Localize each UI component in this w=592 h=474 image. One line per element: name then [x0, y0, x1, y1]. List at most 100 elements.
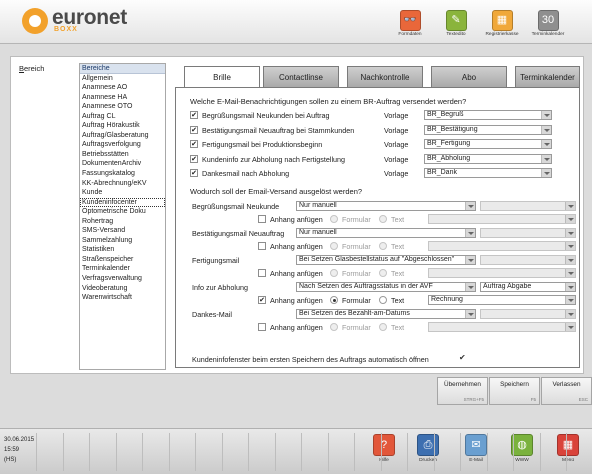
category-item[interactable]: DokumentenArchiv	[80, 159, 165, 169]
bottom-slot-divider	[62, 433, 64, 471]
tab-terminkalender[interactable]: Terminkalender	[515, 66, 580, 87]
category-item[interactable]: Verfragsverwaltung	[80, 274, 165, 284]
notification-label: Bestätigungsmail Neuauftrag bei Stammkun…	[202, 125, 355, 135]
tab-nachkontrolle[interactable]: Nachkontrolle	[347, 66, 423, 87]
anhang-checkbox[interactable]	[258, 323, 266, 331]
category-item[interactable]: Allgemein	[80, 74, 165, 84]
category-item[interactable]: SMS-Versand	[80, 226, 165, 236]
anhang-checkbox[interactable]: ✔	[258, 296, 266, 304]
category-item[interactable]: Warenwirtschaft	[80, 293, 165, 303]
category-item[interactable]: Straßenspeicher	[80, 255, 165, 265]
chevron-down-icon	[465, 256, 475, 264]
tab-abo[interactable]: Abo	[431, 66, 507, 87]
help-icon: ?	[373, 434, 395, 456]
trigger-select-value: Nach Setzen des Auftragsstatus in der AV…	[299, 283, 433, 290]
bottom-slot-divider	[380, 433, 382, 471]
notification-checkbox[interactable]: ✔	[190, 111, 198, 119]
notification-section-title: Welche E-Mail-Benachrichtigungen sollen …	[190, 97, 467, 106]
bottom-slot-divider	[407, 433, 408, 471]
auto-open-checkbox[interactable]: ✔	[459, 353, 466, 362]
action-shortcut: STRG+F5	[463, 397, 484, 402]
category-item[interactable]: Sammelzahlung	[80, 236, 165, 246]
category-item[interactable]: KK-Abrechnung/eKV	[80, 179, 165, 189]
category-item[interactable]: Auftrag CL	[80, 112, 165, 122]
bottom-hilfe[interactable]: ? Hilfe	[364, 434, 404, 472]
notification-checkbox[interactable]: ✔	[190, 140, 198, 148]
toolbar-label: Textedito	[446, 32, 466, 37]
category-item[interactable]: Anamnese OTO	[80, 102, 165, 112]
vorlage-select[interactable]: BR_Bestätigung	[424, 124, 552, 135]
text-select[interactable]: Rechnung	[428, 295, 576, 305]
globe-icon: ◍	[511, 434, 533, 456]
anhang-label: Anhang anfügen	[270, 323, 323, 332]
category-item[interactable]: Betriebsstätten	[80, 150, 165, 160]
category-item[interactable]: Kunde	[80, 188, 165, 198]
anhang-checkbox[interactable]	[258, 215, 266, 223]
trigger-row-label: Info zur Abholung	[192, 283, 248, 292]
category-item[interactable]: Terminkalender	[80, 264, 165, 274]
chevron-down-icon	[565, 269, 575, 277]
vorlage-select[interactable]: BR_Dank	[424, 168, 552, 178]
text-radio	[379, 215, 387, 223]
trigger-extra-value: Auftrag Abgabe	[483, 283, 532, 290]
notification-checkbox[interactable]: ✔	[190, 169, 198, 177]
trigger-select[interactable]: Nach Setzen des Auftragsstatus in der AV…	[296, 282, 476, 292]
category-item[interactable]: Kundeninfocenter	[80, 197, 165, 208]
category-list[interactable]: Bereiche Allgemein Anamnese AO Anamnese HA…	[79, 63, 166, 370]
app-header: euronet BOXX 👓 Formdaten ✎ Textedito ▦ Regist…	[0, 0, 592, 44]
vorlage-select-value: BR_Dank	[427, 169, 457, 176]
category-item[interactable]: Fassungskatalog	[80, 169, 165, 179]
bottom-menü[interactable]: ▦ Menü	[548, 434, 588, 472]
category-item[interactable]: Statistiken	[80, 245, 165, 255]
tab-contactlinse[interactable]: Contactlinse	[263, 66, 339, 87]
printer-icon: ⎙	[417, 434, 439, 456]
übernehmen-button[interactable]: Übernehmen STRG+F5	[437, 377, 488, 405]
anhang-checkbox[interactable]	[258, 242, 266, 250]
status-dialect: (HS)	[4, 457, 17, 463]
trigger-row-label: Begrüßungsmail Neukunde	[192, 202, 280, 211]
toolbar-label: Terminkalender	[531, 32, 565, 37]
text-radio[interactable]	[379, 296, 387, 304]
toolbar-label: Formdaten	[398, 32, 422, 37]
category-item[interactable]: Auftragsverfolgung	[80, 140, 165, 150]
category-item[interactable]: Videoberatung	[80, 284, 165, 294]
category-item[interactable]: Optometrische Doku	[80, 207, 165, 217]
category-item[interactable]: Auftrag Hörakustik	[80, 121, 165, 131]
toolbar-registrierkasse[interactable]: ▦ Registrierkasse	[480, 8, 524, 44]
bottom-www[interactable]: ◍ WWW	[502, 434, 542, 472]
notification-checkbox[interactable]: ✔	[190, 125, 198, 134]
trigger-extra-select[interactable]: Auftrag Abgabe	[480, 282, 576, 292]
toolbar-textedito[interactable]: ✎ Textedito	[434, 8, 478, 44]
verlassen-button[interactable]: Verlassen ESC	[541, 377, 592, 405]
formular-radio[interactable]	[330, 296, 338, 304]
toolbar-terminkalender[interactable]: 30 Terminkalender	[526, 8, 570, 44]
trigger-row-label: Bestätigungsmail Neuauftrag	[192, 229, 285, 238]
toolbar-formdaten[interactable]: 👓 Formdaten	[388, 8, 432, 44]
vorlage-select[interactable]: BR_Fertigung	[424, 139, 552, 149]
trigger-extra-select	[480, 309, 576, 319]
vorlage-select[interactable]: BR_Begruß	[424, 110, 552, 120]
notification-label: Dankesmail nach Abholung	[202, 169, 290, 178]
bottom-e-mail[interactable]: ✉ E-Mail	[456, 434, 496, 472]
trigger-select[interactable]: Bei Setzen des Bezahlt-am-Datums	[296, 309, 476, 319]
bottom-drucken[interactable]: ⎙ Drucken	[408, 434, 448, 472]
bereich-label-rest: ereich	[24, 64, 45, 73]
category-item[interactable]: Anamnese AO	[80, 83, 165, 93]
speichern-button[interactable]: Speichern F5	[489, 377, 540, 405]
trigger-select[interactable]: Bei Setzen Glasbestellstatus auf "Abgesc…	[296, 255, 476, 265]
formular-radio	[330, 242, 338, 250]
vorlage-select[interactable]: BR_Abholung	[424, 153, 552, 164]
bereich-label: Bereich	[19, 64, 45, 73]
trigger-select-value: Bei Setzen Glasbestellstatus auf "Abgesc…	[299, 256, 455, 263]
vorlage-label: Vorlage	[384, 140, 409, 149]
status-date: 30.06.2015	[4, 437, 35, 443]
vorlage-label: Vorlage	[384, 111, 409, 120]
trigger-select[interactable]: Nur manuell	[296, 201, 476, 211]
tab-brille[interactable]: Brille	[184, 66, 260, 88]
trigger-select[interactable]: Nur manuell	[296, 228, 476, 238]
category-item[interactable]: Rohertrag	[80, 217, 165, 227]
category-item[interactable]: Auftrag/Glasberatung	[80, 131, 165, 141]
category-item[interactable]: Anamnese HA	[80, 93, 165, 103]
notification-checkbox[interactable]: ✔	[190, 154, 198, 163]
anhang-checkbox[interactable]	[258, 269, 266, 277]
